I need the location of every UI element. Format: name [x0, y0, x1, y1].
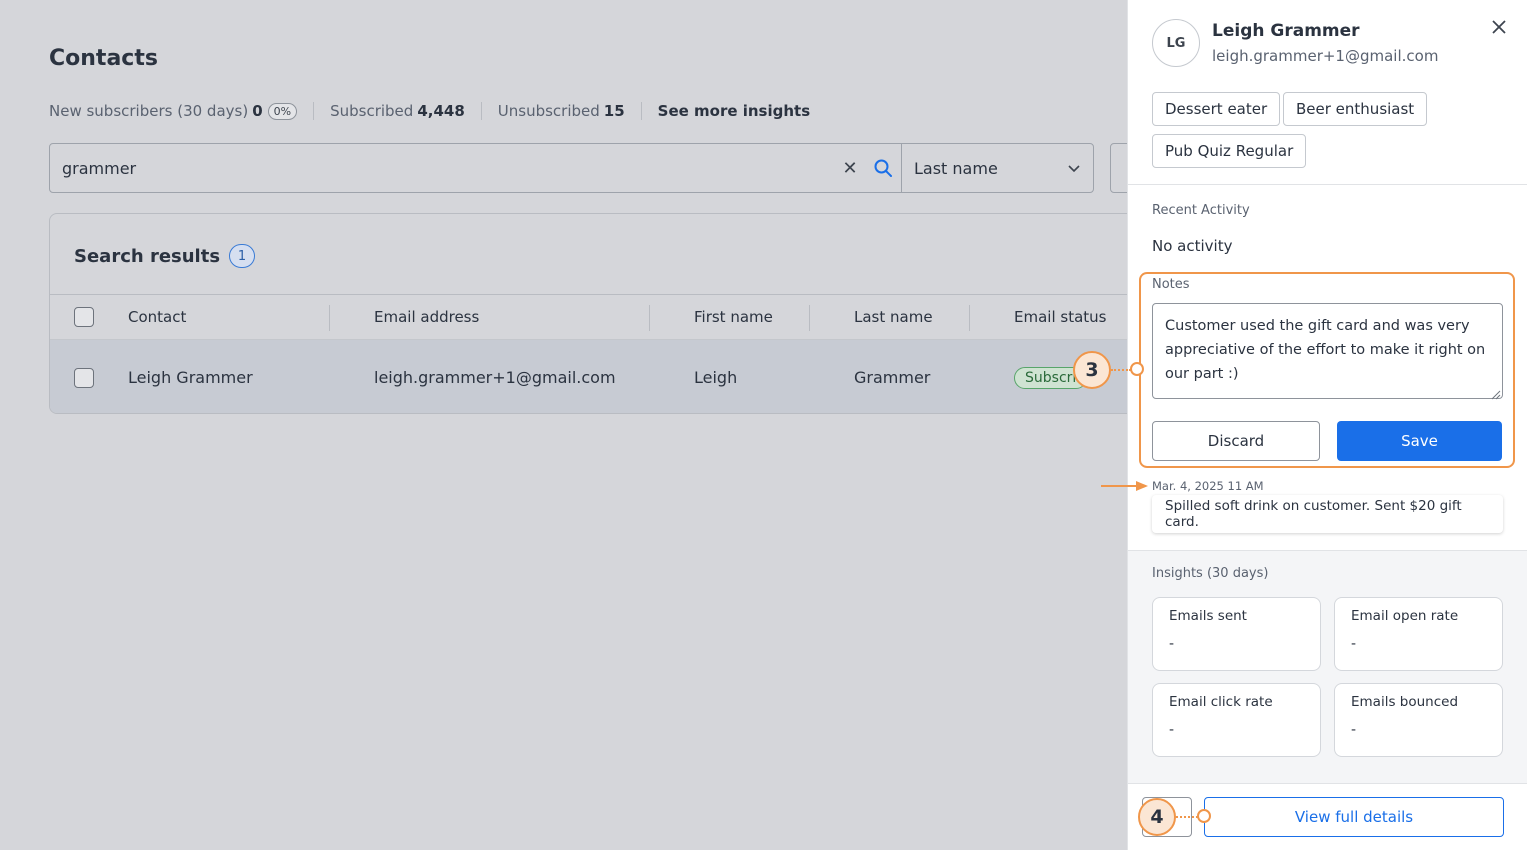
search-results-label: Search results	[74, 245, 221, 267]
search-results-count-badge: 1	[229, 244, 256, 268]
search-field-select-value: Last name	[914, 158, 998, 178]
metric-email-open-rate: Email open rate -	[1334, 597, 1503, 671]
page-title: Contacts	[49, 46, 158, 71]
search-input[interactable]: grammer ✕	[49, 143, 902, 193]
saved-note-text: Spilled soft drink on customer. Sent $20…	[1165, 498, 1462, 530]
annotation-arrow-icon	[1101, 481, 1148, 491]
unsubscribed-count: 15	[603, 102, 625, 120]
column-header-last-name[interactable]: Last name	[854, 295, 933, 339]
notes-label: Notes	[1152, 277, 1190, 292]
select-all-checkbox[interactable]	[74, 307, 94, 327]
metric-value: -	[1169, 722, 1175, 738]
annotation-connector	[1176, 816, 1198, 818]
step-3-callout: 3	[1073, 351, 1111, 389]
metric-value: -	[1169, 636, 1175, 652]
unsubscribed-stat: Unsubscribed 15	[498, 102, 642, 120]
chevron-down-icon	[1067, 159, 1081, 178]
view-full-details-button[interactable]: View full details	[1204, 797, 1504, 837]
row-first-name: Leigh	[694, 368, 738, 387]
insights-label: Insights (30 days)	[1152, 566, 1269, 581]
notes-textarea[interactable]: Customer used the gift card and was very…	[1152, 303, 1503, 399]
metric-email-click-rate: Email click rate -	[1152, 683, 1321, 757]
table-row[interactable]: Leigh Grammer leigh.grammer+1@gmail.com …	[50, 340, 1127, 413]
new-subscribers-stat: New subscribers (30 days) 0 0%	[49, 102, 315, 120]
row-last-name: Grammer	[854, 368, 931, 387]
annotation-connector	[1111, 369, 1131, 371]
discard-button[interactable]: Discard	[1152, 421, 1320, 461]
column-divider[interactable]	[809, 305, 810, 331]
column-divider[interactable]	[649, 305, 650, 331]
saved-note-date: Mar. 4, 2025 11 AM	[1152, 479, 1264, 493]
tag-chip[interactable]: Dessert eater	[1152, 92, 1281, 126]
subscribed-label: Subscribed	[330, 102, 414, 120]
see-more-insights-seg: See more insights	[658, 102, 827, 120]
resize-grip-icon[interactable]	[1491, 385, 1501, 400]
recent-activity-value: No activity	[1152, 237, 1233, 255]
insights-section: Insights (30 days) Emails sent - Email o…	[1128, 550, 1527, 784]
contact-details-panel: LG Leigh Grammer leigh.grammer+1@gmail.c…	[1127, 0, 1527, 850]
table-header: Contact Email address First name Last na…	[50, 294, 1127, 340]
save-button[interactable]: Save	[1337, 421, 1502, 461]
column-header-first-name[interactable]: First name	[694, 295, 773, 339]
annotation-ring	[1130, 362, 1144, 376]
close-icon[interactable]: ✕	[835, 158, 865, 179]
row-checkbox-cell	[74, 340, 94, 413]
insights-bar: New subscribers (30 days) 0 0% Subscribe…	[49, 100, 842, 122]
unsubscribed-label: Unsubscribed	[497, 102, 600, 120]
search-results-title: Search results 1	[74, 244, 256, 268]
annotation-ring	[1197, 809, 1211, 823]
contact-name: Leigh Grammer	[1212, 21, 1360, 41]
metric-value: -	[1351, 722, 1357, 738]
subscribed-stat: Subscribed 4,448	[330, 102, 482, 120]
search-icon[interactable]	[865, 158, 901, 178]
metric-emails-bounced: Emails bounced -	[1334, 683, 1503, 757]
metric-value: -	[1351, 636, 1357, 652]
filter-button[interactable]	[1110, 143, 1127, 193]
select-all-checkbox-cell	[74, 295, 94, 339]
divider	[1128, 184, 1527, 185]
column-divider[interactable]	[969, 305, 970, 331]
close-icon[interactable]	[1488, 16, 1510, 38]
column-header-email-status[interactable]: Email status	[1014, 295, 1106, 339]
row-email: leigh.grammer+1@gmail.com	[374, 368, 616, 387]
new-subscribers-pct-badge: 0%	[267, 102, 298, 120]
see-more-insights-link[interactable]: See more insights	[658, 102, 811, 120]
row-checkbox[interactable]	[74, 367, 94, 388]
contact-email: leigh.grammer+1@gmail.com	[1212, 47, 1439, 65]
main-content: Contacts New subscribers (30 days) 0 0% …	[0, 0, 1127, 850]
column-header-contact[interactable]: Contact	[128, 295, 186, 339]
step-4-callout: 4	[1138, 798, 1176, 836]
recent-activity-label: Recent Activity	[1152, 203, 1250, 218]
tag-chip[interactable]: Pub Quiz Regular	[1152, 134, 1307, 168]
search-field-select[interactable]: Last name	[901, 143, 1094, 193]
metric-emails-sent: Emails sent -	[1152, 597, 1321, 671]
row-contact-name[interactable]: Leigh Grammer	[128, 340, 253, 413]
metric-title: Email click rate	[1169, 694, 1273, 710]
search-results-card: Search results 1 Contact Email address F…	[49, 213, 1127, 414]
avatar: LG	[1152, 19, 1200, 67]
new-subscribers-label: New subscribers (30 days)	[49, 102, 249, 120]
metric-title: Emails sent	[1169, 608, 1247, 624]
saved-note-card[interactable]: Spilled soft drink on customer. Sent $20…	[1152, 495, 1503, 533]
column-header-email[interactable]: Email address	[374, 295, 479, 339]
metric-title: Email open rate	[1351, 608, 1459, 624]
metric-title: Emails bounced	[1351, 694, 1459, 710]
tag-chip[interactable]: Beer enthusiast	[1283, 92, 1428, 126]
subscribed-count: 4,448	[417, 102, 465, 120]
column-divider[interactable]	[329, 305, 330, 331]
new-subscribers-count: 0	[252, 102, 263, 120]
search-input-value[interactable]: grammer	[50, 159, 835, 178]
